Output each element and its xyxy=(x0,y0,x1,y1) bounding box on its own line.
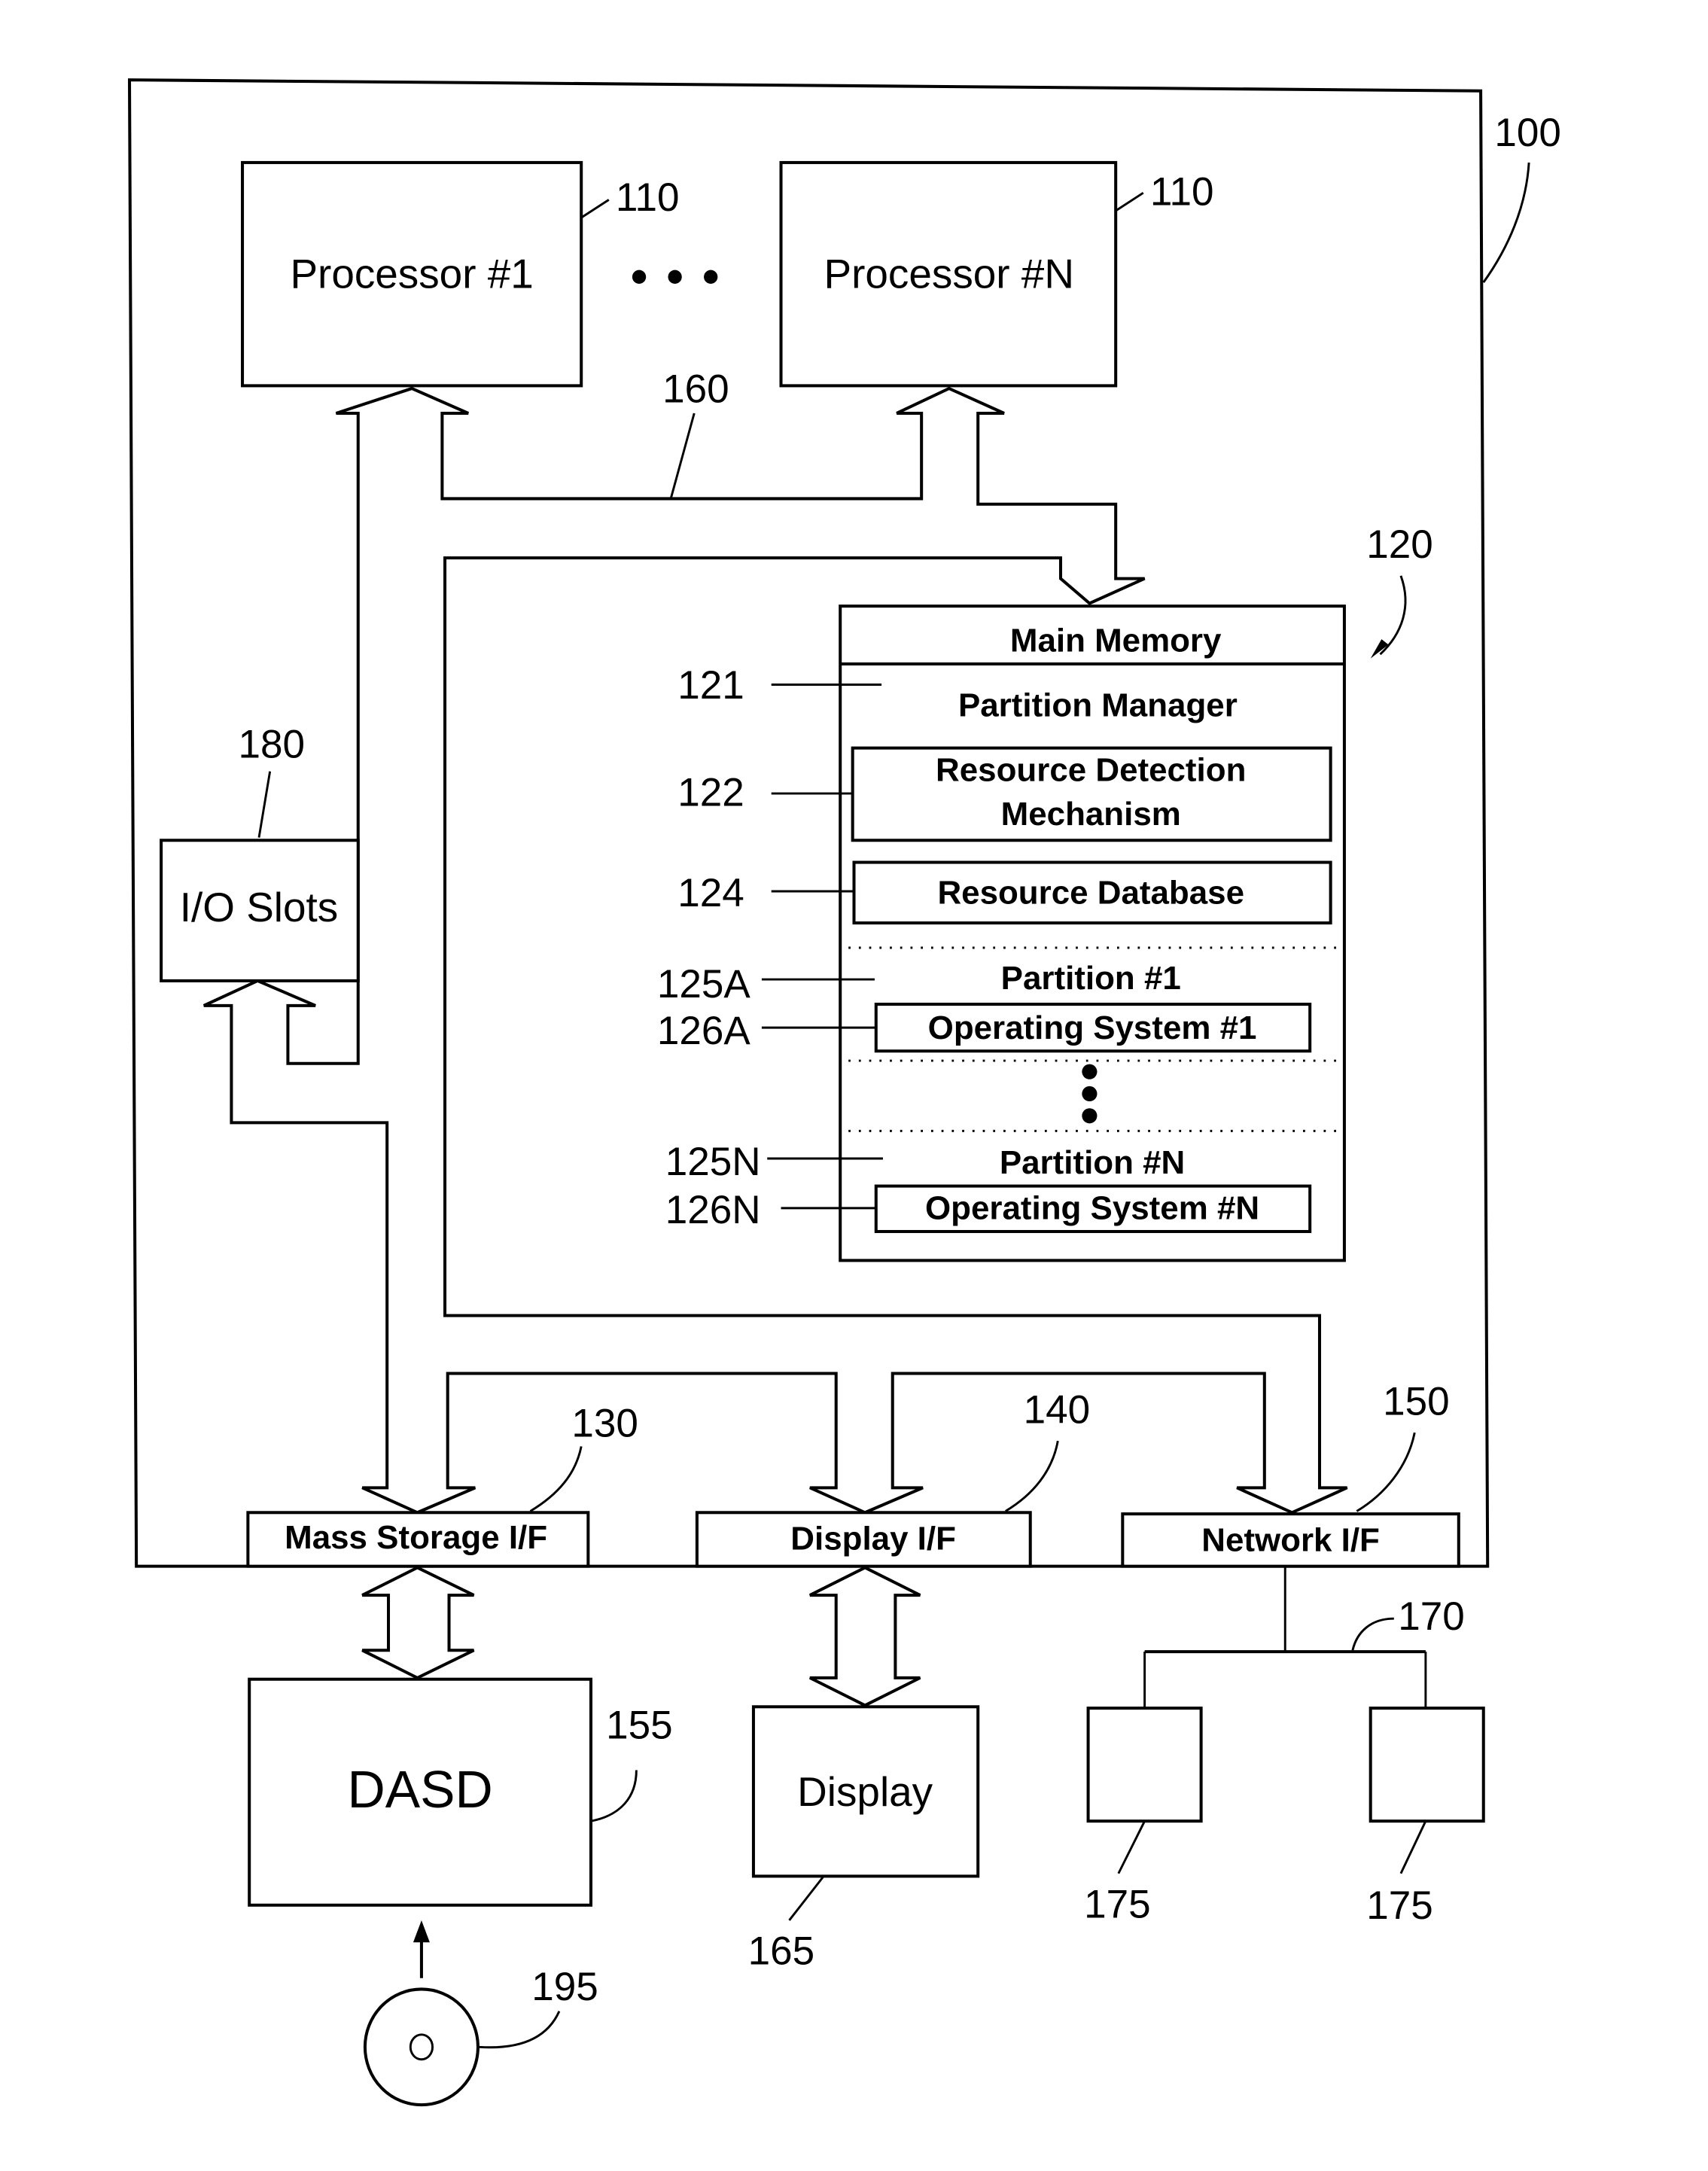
leader-110-b xyxy=(1115,191,1144,212)
network-lines xyxy=(1143,1567,1427,1709)
leader-140 xyxy=(1005,1440,1059,1512)
display-if-label: Display I/F xyxy=(790,1521,956,1557)
processor-1-label: Processor #1 xyxy=(290,250,533,297)
resource-detection-line1: Resource Detection xyxy=(936,752,1246,789)
ref-125a: 125A xyxy=(657,962,751,1006)
ref-100: 100 xyxy=(1494,111,1561,155)
resource-database-label: Resource Database xyxy=(937,874,1244,911)
processor-n-label: Processor #N xyxy=(824,250,1074,297)
leader-100 xyxy=(1482,162,1530,283)
io-slots-label: I/O Slots xyxy=(180,884,338,930)
display-bidirectional-arrow xyxy=(809,1566,921,1707)
ref-126n: 126N xyxy=(665,1188,761,1232)
ref-155: 155 xyxy=(606,1703,673,1747)
leader-170 xyxy=(1351,1617,1394,1651)
leader-110-a xyxy=(580,199,610,219)
main-memory-title: Main Memory xyxy=(1010,623,1222,659)
ref-170: 170 xyxy=(1398,1594,1465,1639)
workstation-box-1 xyxy=(1086,1707,1203,1823)
leader-195 xyxy=(479,2011,561,2049)
ref-125n: 125N xyxy=(665,1140,761,1184)
network-if-label: Network I/F xyxy=(1201,1522,1380,1559)
ref-121: 121 xyxy=(677,663,744,708)
leader-175-a xyxy=(1117,1820,1146,1874)
ref-140: 140 xyxy=(1024,1387,1091,1432)
ref-120: 120 xyxy=(1366,522,1433,567)
partition-n-label: Partition #N xyxy=(1000,1144,1185,1181)
ref-150: 150 xyxy=(1383,1379,1450,1423)
ref-110-a: 110 xyxy=(616,175,680,220)
dasd-bidirectional-arrow xyxy=(361,1566,475,1680)
ref-124: 124 xyxy=(677,871,744,915)
ref-165: 165 xyxy=(748,1929,815,1974)
ellipsis-dots xyxy=(632,269,718,284)
os-1-label: Operating System #1 xyxy=(928,1009,1257,1046)
resource-detection-line2: Mechanism xyxy=(1001,796,1181,833)
partition-1-label: Partition #1 xyxy=(1001,960,1181,997)
partition-manager-label: Partition Manager xyxy=(958,687,1238,724)
ref-110-b: 110 xyxy=(1150,170,1214,215)
workstation-box-2 xyxy=(1369,1707,1485,1823)
leader-160 xyxy=(669,413,696,499)
ref-195: 195 xyxy=(531,1965,598,2009)
ref-126a: 126A xyxy=(657,1009,751,1053)
ref-175-a: 175 xyxy=(1084,1882,1151,1926)
computer-system-diagram: 100 Processor #1 110 Processor #N 110 16… xyxy=(127,78,1561,2107)
media-arrowhead xyxy=(413,1920,430,1943)
mass-storage-if-label: Mass Storage I/F xyxy=(285,1519,547,1556)
storage-media-disc-icon xyxy=(363,1987,480,2107)
leader-175-b xyxy=(1399,1820,1427,1874)
dasd-label: DASD xyxy=(348,1760,493,1819)
ref-130: 130 xyxy=(571,1402,638,1446)
ref-180: 180 xyxy=(239,722,306,766)
leader-155 xyxy=(590,1770,638,1822)
leader-130 xyxy=(529,1446,583,1512)
leader-150 xyxy=(1356,1432,1416,1512)
ref-122: 122 xyxy=(677,771,744,815)
display-label: Display xyxy=(797,1768,933,1815)
os-n-label: Operating System #N xyxy=(925,1190,1259,1227)
leader-165 xyxy=(788,1875,825,1921)
ref-160: 160 xyxy=(662,367,729,411)
leader-180 xyxy=(257,771,272,838)
vertical-ellipsis xyxy=(1082,1064,1098,1124)
ref-175-b: 175 xyxy=(1366,1883,1433,1928)
